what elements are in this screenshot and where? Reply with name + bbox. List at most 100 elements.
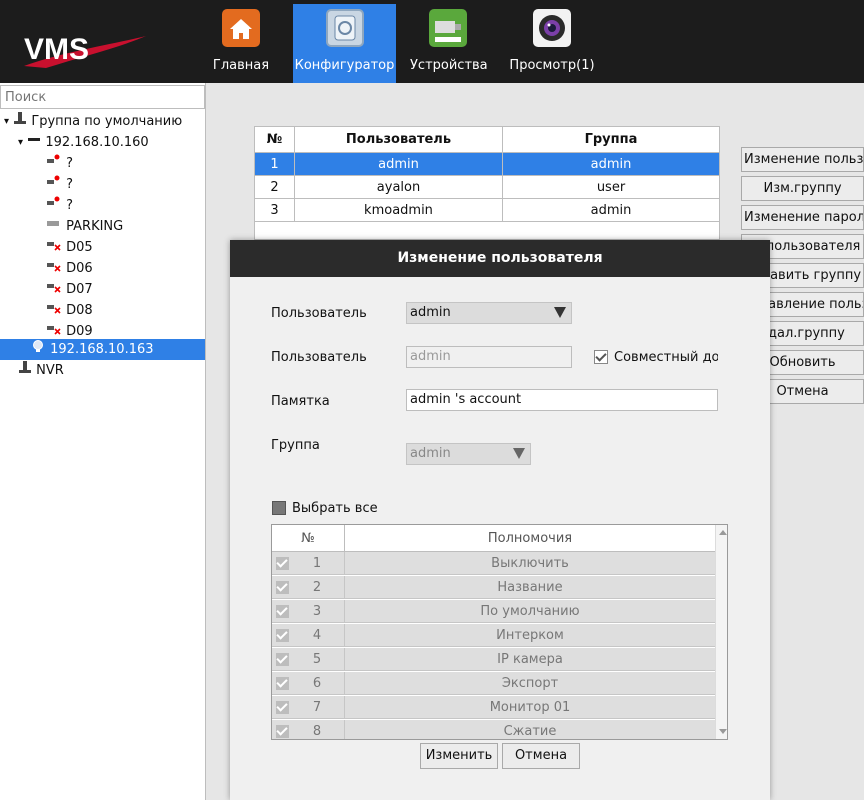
tree-item-label: ?	[66, 198, 74, 213]
nav-home-label: Главная	[212, 58, 270, 73]
permission-row: 8 Сжатие	[272, 720, 715, 739]
permission-name: По умолчанию	[480, 604, 580, 619]
permission-row: 3 По умолчанию	[272, 600, 715, 623]
cell-user: ayalon	[294, 175, 503, 199]
tree-item-label: 192.168.10.160	[45, 135, 149, 150]
tree-item-label: D05	[66, 240, 93, 255]
permission-no: 3	[272, 600, 345, 623]
lens-view-icon	[533, 9, 571, 47]
tree-item-camera[interactable]: ?	[0, 195, 205, 216]
permissions-table: № Полномочия 1 Выключить 2 Название 3 По…	[271, 524, 728, 740]
permission-no: 1	[272, 552, 345, 575]
change-password-button[interactable]: Изменение пароля	[741, 205, 864, 230]
tree-item-camera-d08[interactable]: D08	[0, 300, 205, 321]
permission-name: Экспорт	[501, 676, 559, 691]
edit-user-button[interactable]: Изменение пользователя	[741, 147, 864, 172]
user-name-label: Пользователь	[271, 350, 367, 365]
nav-view[interactable]: Просмотр(1)	[509, 4, 595, 83]
group-icon	[13, 111, 27, 132]
table-empty-area	[254, 222, 720, 240]
nav-view-label: Просмотр(1)	[509, 58, 595, 73]
select-all-checkbox[interactable]	[272, 501, 286, 515]
tree-item-nvr[interactable]: NVR	[0, 360, 205, 381]
cell-user: admin	[294, 152, 503, 176]
tree-item-camera-d07[interactable]: D07	[0, 279, 205, 300]
nav-configurator[interactable]: Конфигуратор	[293, 4, 396, 83]
column-header-no: №	[254, 126, 295, 153]
camera-alarm-icon	[46, 153, 62, 174]
user-select-value: admin	[410, 305, 451, 320]
dvr-icon	[27, 132, 41, 153]
permission-no: 2	[272, 576, 345, 599]
tree-item-label: ?	[66, 177, 74, 192]
cancel-button[interactable]: Отмена	[502, 743, 580, 769]
permission-row: 5 IP камера	[272, 648, 715, 671]
permission-name: Название	[497, 580, 563, 595]
tree-item-camera[interactable]: ?	[0, 174, 205, 195]
home-icon	[222, 9, 260, 47]
user-select-label: Пользователь	[271, 306, 367, 321]
tree-item-label: D06	[66, 261, 93, 276]
top-navigation-bar: VMS Главная Конфигуратор Устройства Прос…	[0, 0, 864, 83]
scroll-up-icon[interactable]	[719, 530, 727, 535]
cell-user: kmoadmin	[294, 198, 503, 222]
permissions-header-name: Полномочия	[487, 531, 573, 546]
permission-no: 8	[272, 720, 345, 739]
cell-group: user	[502, 175, 720, 199]
cell-group: admin	[502, 152, 720, 176]
user-select[interactable]: admin	[406, 302, 572, 324]
edit-group-button[interactable]: Изм.группу	[741, 176, 864, 201]
memo-input[interactable]: admin 's account	[406, 389, 718, 411]
expand-arrow-icon: ▾	[18, 137, 24, 148]
permissions-scrollbar[interactable]	[715, 525, 727, 739]
nav-devices-label: Устройства	[410, 58, 488, 73]
camera-device-icon	[429, 9, 467, 47]
camera-offline-icon	[46, 237, 62, 258]
user-name-field: admin	[406, 346, 572, 368]
table-row[interactable]: 2 ayalon user	[254, 175, 720, 199]
cell-no: 3	[254, 198, 295, 222]
select-all-label: Выбрать все	[292, 501, 378, 516]
tree-item-device-163[interactable]: 192.168.10.163	[0, 339, 205, 360]
nav-home[interactable]: Главная	[211, 4, 271, 83]
permissions-header-no: №	[272, 525, 345, 552]
column-header-user: Пользователь	[294, 126, 503, 153]
config-icon	[325, 9, 364, 47]
nav-devices[interactable]: Устройства	[410, 4, 488, 83]
tree-item-label: ?	[66, 156, 74, 171]
tree-item-label: NVR	[36, 363, 64, 378]
scroll-down-icon[interactable]	[719, 729, 727, 734]
shared-access-label: Совместный дос	[614, 350, 718, 365]
camera-alarm-icon	[46, 174, 62, 195]
modify-button[interactable]: Изменить	[420, 743, 498, 769]
shared-access-checkbox[interactable]	[594, 350, 608, 364]
camera-offline-icon	[46, 258, 62, 279]
tree-item-camera-parking[interactable]: PARKING	[0, 216, 205, 237]
tree-item-default-group[interactable]: ▾ Группа по умолчанию	[0, 111, 205, 132]
permission-name: Выключить	[491, 556, 569, 571]
search-input[interactable]	[0, 85, 205, 109]
table-row[interactable]: 3 kmoadmin admin	[254, 198, 720, 222]
tree-item-camera[interactable]: ?	[0, 153, 205, 174]
cell-no: 1	[254, 152, 295, 176]
svg-text:VMS: VMS	[24, 33, 89, 66]
tree-item-camera-d06[interactable]: D06	[0, 258, 205, 279]
camera-offline-icon	[46, 300, 62, 321]
vms-logo: VMS	[24, 33, 146, 68]
permission-row: 2 Название	[272, 576, 715, 599]
table-row[interactable]: 1 admin admin	[254, 152, 720, 176]
tree-item-label: 192.168.10.163	[50, 342, 154, 357]
group-select-value: admin	[410, 446, 451, 461]
nav-configurator-label: Конфигуратор	[294, 58, 395, 73]
group-select: admin	[406, 443, 531, 465]
dropdown-arrow-icon	[513, 448, 525, 459]
tree-item-label: D07	[66, 282, 93, 297]
cell-group: admin	[502, 198, 720, 222]
camera-icon	[46, 216, 62, 237]
tree-item-camera-d05[interactable]: D05	[0, 237, 205, 258]
edit-user-dialog: Изменение пользователя Пользователь admi…	[230, 240, 770, 800]
users-table: № Пользователь Группа 1 admin admin 2 ay…	[254, 126, 720, 222]
tree-item-device-160[interactable]: ▾ 192.168.10.160	[0, 132, 205, 153]
permission-name: Монитор 01	[489, 700, 571, 715]
group-icon	[18, 360, 32, 381]
